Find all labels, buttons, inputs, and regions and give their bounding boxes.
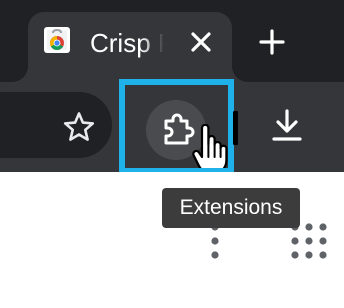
browser-window: Crisp F (0, 0, 344, 308)
close-icon[interactable] (188, 29, 214, 55)
extensions-highlight-box (119, 79, 234, 174)
extensions-tooltip: Extensions (162, 188, 300, 228)
star-icon[interactable] (62, 110, 96, 144)
plus-icon[interactable] (258, 28, 286, 56)
tab-edge-right (232, 66, 248, 82)
vertical-dots-icon[interactable] (210, 222, 220, 262)
toolbar-divider (233, 111, 238, 145)
tab-title: Crisp F (90, 28, 164, 58)
tab-crisp[interactable]: Crisp F (12, 12, 248, 82)
grid-dots-icon[interactable] (290, 222, 330, 262)
download-icon[interactable] (268, 107, 306, 145)
chrome-web-store-icon (44, 27, 70, 53)
tab-strip: Crisp F (0, 0, 344, 82)
tab-edge-left (12, 66, 28, 82)
